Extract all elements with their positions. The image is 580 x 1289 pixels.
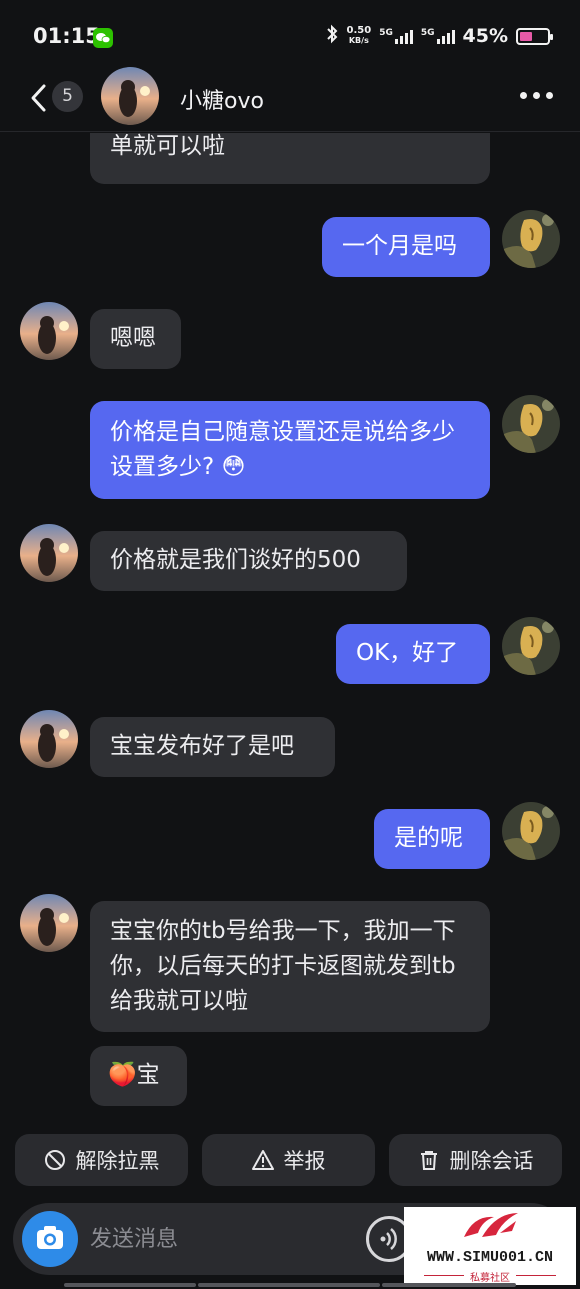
self-avatar[interactable] xyxy=(502,395,560,453)
battery-icon xyxy=(516,27,553,45)
contact-avatar[interactable] xyxy=(20,894,78,952)
action-bar: 解除拉黑 举报 删除会话 xyxy=(0,1134,580,1186)
network-type-1: 5G xyxy=(379,28,393,38)
watermark-sub: 私募社区 xyxy=(470,1273,510,1284)
nav-bar-segment xyxy=(198,1283,380,1287)
status-bar: 01:15 0.50 KB/s 5G 5G 45% xyxy=(0,0,580,66)
network-speed-value: 0.50 xyxy=(346,25,372,36)
nav-bar-segment xyxy=(382,1283,516,1287)
delete-chat-label: 删除会话 xyxy=(449,1149,534,1173)
bluetooth-icon xyxy=(325,24,339,48)
trash-icon xyxy=(418,1149,440,1171)
self-avatar[interactable] xyxy=(502,210,560,268)
message-text: 嗯嗯 xyxy=(110,325,156,351)
message-bubble-incoming[interactable]: 单就可以啦 xyxy=(90,133,490,184)
message-text: 宝宝发布好了是吧 xyxy=(110,733,294,759)
status-time: 01:15 xyxy=(33,24,100,48)
unread-badge[interactable]: 5 xyxy=(52,81,83,112)
report-label: 举报 xyxy=(283,1149,326,1173)
self-avatar[interactable] xyxy=(502,617,560,675)
watermark: WWW.SIMU001.CN 私募社区 xyxy=(404,1207,576,1285)
watermark-site: WWW.SIMU001.CN xyxy=(426,1249,554,1266)
message-text: 价格就是我们谈好的500 xyxy=(110,547,361,573)
signal-icon: 5G xyxy=(379,28,413,44)
wechat-icon xyxy=(93,28,113,48)
message-list[interactable]: 单就可以啦 一个月是吗 嗯嗯 价格是自己随意设置还是说给多少设置多少? 😳 价格… xyxy=(0,133,580,1128)
warning-icon xyxy=(251,1149,274,1171)
message-bubble-incoming[interactable]: 🍑宝 xyxy=(90,1046,187,1106)
message-input[interactable]: 发送消息 xyxy=(90,1221,178,1253)
contact-avatar[interactable] xyxy=(101,67,159,125)
message-text: 一个月是吗 xyxy=(342,233,457,259)
message-text: 宝 xyxy=(136,1062,160,1088)
chat-header: 5 小糖ovo xyxy=(0,66,580,132)
unblock-label: 解除拉黑 xyxy=(75,1149,160,1173)
message-text: 单就可以啦 xyxy=(110,133,225,159)
message-bubble-outgoing[interactable]: 价格是自己随意设置还是说给多少设置多少? 😳 xyxy=(90,401,490,499)
signal-icon-2: 5G xyxy=(421,28,455,44)
chat-title: 小糖ovo xyxy=(180,89,264,114)
watermark-logo-icon xyxy=(464,1213,518,1237)
message-bubble-incoming[interactable]: 宝宝你的tb号给我一下，我加一下你，以后每天的打卡返图就发到tb给我就可以啦 xyxy=(90,901,490,1032)
flushed-emoji: 😳 xyxy=(221,454,246,480)
message-bubble-outgoing[interactable]: 是的呢 xyxy=(374,809,490,869)
message-bubble-incoming[interactable]: 宝宝发布好了是吧 xyxy=(90,717,335,777)
nav-bar-segment xyxy=(64,1283,196,1287)
block-icon xyxy=(44,1149,66,1171)
report-button[interactable]: 举报 xyxy=(202,1134,375,1186)
peach-emoji: 🍑 xyxy=(108,1062,137,1088)
network-type-2: 5G xyxy=(420,28,435,38)
message-text: 是的呢 xyxy=(394,825,463,851)
camera-icon[interactable] xyxy=(22,1211,78,1267)
self-avatar[interactable] xyxy=(502,802,560,860)
status-indicators: 0.50 KB/s 5G 5G 45% xyxy=(325,24,553,48)
more-icon[interactable] xyxy=(520,92,553,99)
contact-avatar[interactable] xyxy=(20,710,78,768)
network-speed-unit: KB/s xyxy=(348,36,369,45)
message-bubble-incoming[interactable]: 价格就是我们谈好的500 xyxy=(90,531,407,591)
message-text: 价格是自己随意设置还是说给多少设置多少? xyxy=(110,419,455,480)
message-bubble-incoming[interactable]: 嗯嗯 xyxy=(90,309,181,369)
message-bubble-outgoing[interactable]: 一个月是吗 xyxy=(322,217,490,277)
delete-chat-button[interactable]: 删除会话 xyxy=(389,1134,562,1186)
message-text: 宝宝你的tb号给我一下，我加一下你，以后每天的打卡返图就发到tb给我就可以啦 xyxy=(110,918,456,1014)
contact-avatar[interactable] xyxy=(20,524,78,582)
message-text: OK，好了 xyxy=(356,640,459,666)
network-speed: 0.50 KB/s xyxy=(347,26,372,46)
message-bubble-outgoing[interactable]: OK，好了 xyxy=(336,624,490,684)
back-icon[interactable] xyxy=(28,82,50,114)
battery-percent: 45% xyxy=(462,25,508,47)
contact-avatar[interactable] xyxy=(20,302,78,360)
unblock-button[interactable]: 解除拉黑 xyxy=(15,1134,188,1186)
